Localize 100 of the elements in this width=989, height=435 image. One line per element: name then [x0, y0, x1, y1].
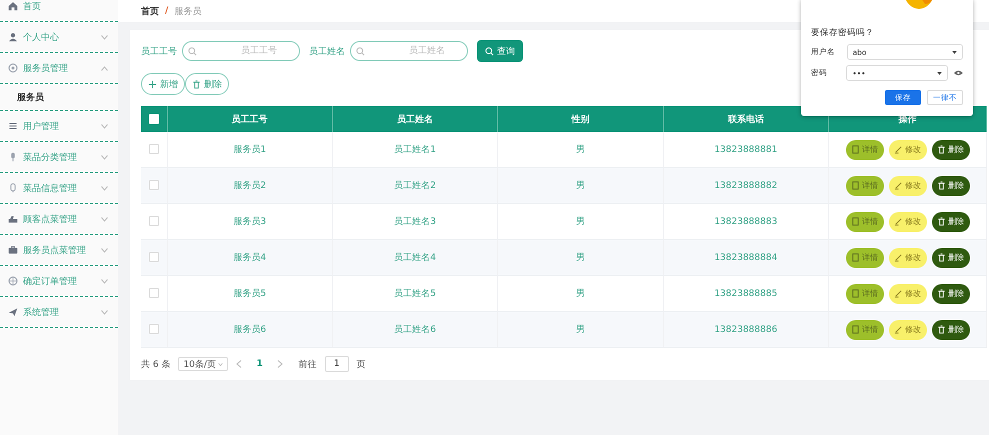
menu-icon: [8, 63, 18, 73]
table-cell: 员工姓名1: [394, 145, 436, 155]
select-all-checkbox[interactable]: [148, 114, 159, 124]
table-cell: 男: [576, 181, 585, 191]
breadcrumb-separator: /: [165, 6, 168, 16]
search-icon: [485, 46, 494, 56]
menu-icon: [8, 214, 18, 224]
table-cell: 男: [576, 217, 585, 227]
delete-button[interactable]: 删除: [932, 248, 970, 268]
search-button[interactable]: 查询: [477, 40, 523, 62]
dropdown-icon: [937, 72, 942, 74]
column-header: 员工姓名: [397, 114, 434, 124]
document-icon: [851, 253, 860, 262]
table-cell: 员工姓名5: [394, 289, 436, 299]
delete-button[interactable]: 删除: [932, 140, 970, 160]
edit-button[interactable]: 修改: [888, 176, 926, 196]
column-header: 联系电话: [728, 114, 764, 124]
table-cell: 服务员2: [233, 181, 266, 191]
menu-icon: [8, 32, 18, 42]
table-cell: 男: [576, 325, 585, 335]
search-icon: [188, 46, 197, 56]
table-cell: 13823888886: [714, 324, 778, 334]
details-button[interactable]: 详情: [846, 248, 884, 268]
delete-button[interactable]: 删除: [932, 284, 970, 304]
search-field[interactable]: 员工姓名: [350, 41, 468, 61]
menu-icon: [8, 307, 18, 317]
total-count: 共 6 条: [141, 358, 170, 370]
delete-button[interactable]: 删除: [932, 320, 970, 340]
table-cell: 员工姓名3: [394, 217, 436, 227]
edit-button[interactable]: 修改: [888, 320, 926, 340]
page-input[interactable]: 1: [324, 356, 349, 372]
menu-icon: [8, 1, 18, 11]
edit-button[interactable]: 修改: [888, 284, 926, 304]
pencil-icon: [894, 289, 903, 298]
search-icon: [356, 46, 365, 56]
edit-button[interactable]: 修改: [888, 140, 926, 160]
page-size-select[interactable]: 10条/页: [178, 357, 228, 371]
delete-button[interactable]: 删除: [932, 176, 970, 196]
field-label: 员工姓名: [309, 46, 345, 58]
search-field[interactable]: 员工工号: [182, 41, 300, 61]
trash-icon: [937, 289, 946, 298]
pencil-icon: [894, 145, 903, 154]
details-button[interactable]: 详情: [846, 212, 884, 232]
pencil-icon: [894, 181, 903, 190]
row-checkbox[interactable]: [148, 144, 159, 154]
row-checkbox[interactable]: [148, 216, 159, 226]
details-button[interactable]: 详情: [846, 284, 884, 304]
table-cell: 男: [576, 253, 585, 263]
table-cell: 服务员6: [233, 325, 266, 335]
column-header: 员工工号: [232, 114, 268, 124]
field-label: 员工工号: [141, 46, 177, 58]
trash-icon: [937, 217, 946, 226]
menu-icon: [8, 152, 18, 162]
row-checkbox[interactable]: [148, 180, 159, 190]
dropdown-icon: [952, 50, 957, 54]
pencil-icon: [894, 217, 903, 226]
document-icon: [851, 325, 860, 334]
trash-icon: [937, 325, 946, 334]
edit-button[interactable]: 修改: [888, 212, 926, 232]
plus-icon: [148, 80, 157, 88]
breadcrumb-item[interactable]: 首页: [141, 4, 159, 18]
details-button[interactable]: 详情: [846, 140, 884, 160]
trash-icon: [937, 145, 946, 154]
eye-icon[interactable]: [954, 70, 963, 76]
page-unit: 页: [356, 358, 366, 370]
breadcrumb-item: 服务员: [174, 6, 202, 18]
row-checkbox[interactable]: [148, 324, 159, 334]
document-icon: [851, 181, 860, 190]
previous-page-icon[interactable]: [236, 360, 242, 368]
document-icon: [851, 145, 860, 154]
table-cell: 13823888885: [714, 288, 778, 298]
menu-icon: [8, 276, 18, 286]
page-number[interactable]: 1: [250, 359, 269, 369]
table-cell: 员工姓名6: [394, 325, 436, 335]
table-cell: 13823888881: [714, 144, 778, 154]
table-cell: 13823888884: [714, 252, 778, 262]
table-cell: 服务员4: [233, 253, 266, 263]
table-cell: 员工姓名4: [394, 253, 436, 263]
menu-icon: [8, 245, 18, 255]
pencil-icon: [894, 253, 903, 262]
table-cell: 13823888882: [714, 180, 778, 190]
add-button[interactable]: 新增: [141, 73, 185, 95]
details-button[interactable]: 详情: [846, 176, 884, 196]
details-button[interactable]: 详情: [846, 320, 884, 340]
column-header: 性别: [571, 114, 590, 124]
table-cell: 服务员1: [233, 145, 266, 155]
row-checkbox[interactable]: [148, 252, 159, 262]
dialog-title: 要保存密码吗？: [811, 27, 875, 39]
next-page-icon[interactable]: [276, 360, 283, 368]
goto-label: 前往: [298, 358, 317, 370]
table-cell: 员工姓名2: [394, 181, 436, 191]
delete-button[interactable]: 删除: [185, 73, 229, 95]
edit-button[interactable]: 修改: [888, 248, 926, 268]
document-icon: [851, 217, 860, 226]
pencil-icon: [894, 325, 903, 334]
row-checkbox[interactable]: [148, 288, 159, 298]
table-cell: 男: [576, 145, 585, 155]
delete-button[interactable]: 删除: [932, 212, 970, 232]
submenu-item[interactable]: 服务员: [17, 90, 44, 104]
trash-icon: [937, 181, 946, 190]
